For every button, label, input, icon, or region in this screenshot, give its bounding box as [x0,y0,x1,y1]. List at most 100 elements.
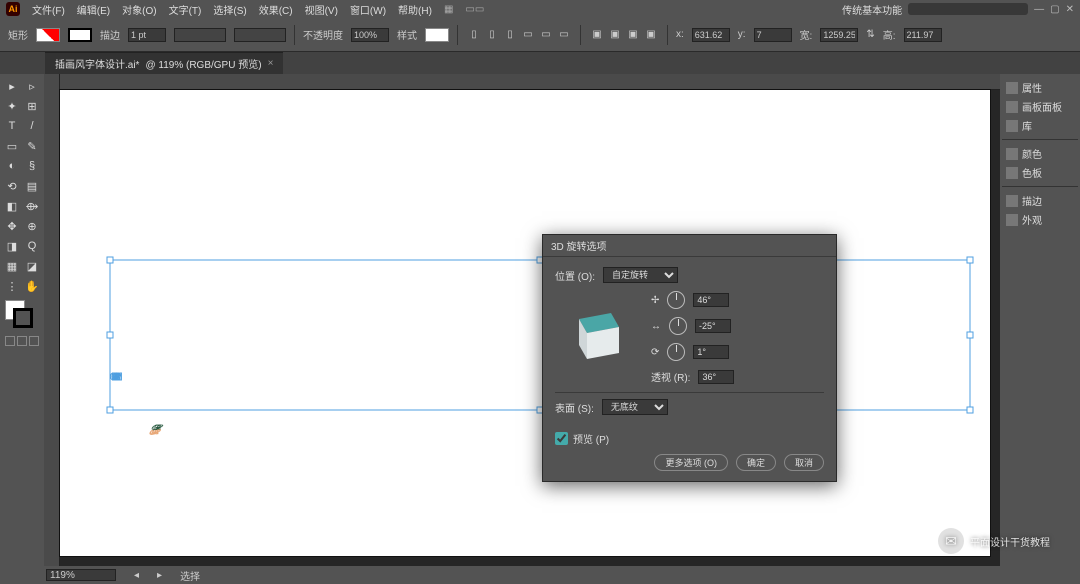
transform-h-input[interactable] [904,28,942,42]
zoom-field[interactable]: 119% [46,569,116,581]
bridge-icon[interactable]: ▦ [444,4,453,15]
tool-palette: ▸ ▹ ✦ ⊞ T / ▭ ✎ ◐ § ⟲ ▤ ◧ ⟴ ✥ ⊕ ◨ Q ▦ ◪ … [0,74,44,566]
surface-select[interactable]: 无底纹 [602,399,668,415]
fill-swatch[interactable] [36,28,60,42]
menu-type[interactable]: 文字(T) [169,2,202,17]
y-angle-input[interactable]: -25° [695,319,731,333]
scale-tool[interactable]: ▤ [22,176,42,196]
selection-tool[interactable]: ▸ [2,76,22,96]
axis-x-icon: ✢ [651,295,659,306]
artboard-nav-prev-icon[interactable]: ◂ [134,570,139,581]
arrange-icon[interactable]: ▭▭ [465,4,484,15]
help-search-input[interactable] [908,3,1028,15]
artboard-tool[interactable]: ⋮ [2,276,22,296]
rotate-tool[interactable]: ⟲ [2,176,22,196]
blend-tool[interactable]: ◪ [22,256,42,276]
tab-close-icon[interactable]: × [268,58,274,69]
perspective-input[interactable]: 36° [698,370,734,384]
y-angle-dial[interactable] [669,317,687,335]
shape-intersect-icon[interactable]: ▣ [625,27,641,43]
panel-appearance[interactable]: 外观 [1002,210,1078,229]
line-tool[interactable]: / [22,116,42,136]
shape-minus-icon[interactable]: ▣ [607,27,623,43]
align-left-icon[interactable]: ▯ [466,27,482,43]
position-select[interactable]: 自定旋转 [603,267,678,283]
panel-properties[interactable]: 属性 [1002,78,1078,97]
menu-view[interactable]: 视图(V) [305,2,338,17]
link-wh-icon[interactable]: ⇅ [866,29,874,40]
mesh-tool[interactable]: ◨ [2,236,22,256]
transform-w-input[interactable] [820,28,858,42]
stroke-weight-input[interactable] [128,28,166,42]
draw-normal-icon[interactable] [5,336,15,346]
stroke-profile-select[interactable] [174,28,226,42]
stroke-swatch[interactable] [68,28,92,42]
opacity-input[interactable] [351,28,389,42]
ruler-horizontal[interactable] [60,74,1000,90]
stroke-color[interactable] [13,308,33,328]
artboard[interactable]: GRAPHIC GRAP GRAP GRAP [60,90,990,556]
panel-color[interactable]: 颜色 [1002,144,1078,163]
draw-behind-icon[interactable] [17,336,27,346]
gradient-tool[interactable]: ▦ [2,256,22,276]
panel-swatches[interactable]: 色板 [1002,163,1078,182]
style-swatch[interactable] [425,28,449,42]
z-angle-input[interactable]: 1° [693,345,729,359]
x-angle-dial[interactable] [667,291,685,309]
dialog-title[interactable]: 3D 旋转选项 [543,235,836,257]
preview-checkbox[interactable] [555,432,568,445]
eyedropper-tool[interactable]: Q [22,236,42,256]
more-options-button[interactable]: 更多选项 (O) [654,454,728,471]
selected-artwork[interactable]: GRAPHIC GRAP GRAP GRAP [110,260,970,460]
fill-stroke-control[interactable] [2,300,42,330]
menu-help[interactable]: 帮助(H) [398,2,432,17]
x-angle-input[interactable]: 46° [693,293,729,307]
transform-y-input[interactable] [754,28,792,42]
ok-button[interactable]: 确定 [736,454,776,471]
transform-x-input[interactable] [692,28,730,42]
width-tool[interactable]: ◧ [2,196,22,216]
magic-wand-tool[interactable]: ✦ [2,96,22,116]
menu-edit[interactable]: 编辑(E) [77,2,110,17]
workspace-switcher[interactable]: 传统基本功能 [842,2,902,17]
hand-tool[interactable]: ✋ [22,276,42,296]
draw-inside-icon[interactable] [29,336,39,346]
panel-artboards[interactable]: 画板面板 [1002,97,1078,116]
menu-file[interactable]: 文件(F) [32,2,65,17]
brush-select[interactable] [234,28,286,42]
panel-stroke[interactable]: 描边 [1002,191,1078,210]
cancel-button[interactable]: 取消 [784,454,824,471]
pen-tool[interactable]: ✎ [22,136,42,156]
curvature-tool[interactable]: ◐ [2,156,22,176]
panel-libraries[interactable]: 库 [1002,116,1078,135]
direct-selection-tool[interactable]: ▹ [22,76,42,96]
shape-unite-icon[interactable]: ▣ [589,27,605,43]
shape-exclude-icon[interactable]: ▣ [643,27,659,43]
rectangle-tool[interactable]: ▭ [2,136,22,156]
canvas-area[interactable]: GRAPHIC GRAP GRAP GRAP [44,74,1000,566]
lasso-tool[interactable]: ⊞ [22,96,42,116]
align-top-icon[interactable]: ▭ [520,27,536,43]
ruler-vertical[interactable] [44,74,60,566]
menu-select[interactable]: 选择(S) [213,2,246,17]
rotation-cube-preview[interactable] [555,291,637,373]
align-bottom-icon[interactable]: ▭ [556,27,572,43]
close-icon[interactable]: ✕ [1066,4,1074,15]
perspective-tool[interactable]: ⊕ [22,216,42,236]
type-tool[interactable]: T [2,116,22,136]
menu-window[interactable]: 窗口(W) [350,2,386,17]
align-vcenter-icon[interactable]: ▭ [538,27,554,43]
z-angle-dial[interactable] [667,343,685,361]
maximize-icon[interactable]: ▢ [1050,4,1059,15]
shape-builder-tool[interactable]: ✥ [2,216,22,236]
opacity-label: 不透明度 [303,27,343,42]
free-transform-tool[interactable]: ⟴ [22,196,42,216]
document-tab[interactable]: 插画风字体设计.ai* @ 119% (RGB/GPU 预览) × [45,52,283,74]
align-hcenter-icon[interactable]: ▯ [484,27,500,43]
minimize-icon[interactable]: — [1034,4,1044,15]
menu-effect[interactable]: 效果(C) [259,2,293,17]
menu-object[interactable]: 对象(O) [122,2,156,17]
paintbrush-tool[interactable]: § [22,156,42,176]
artboard-nav-next-icon[interactable]: ▸ [157,570,162,581]
align-right-icon[interactable]: ▯ [502,27,518,43]
